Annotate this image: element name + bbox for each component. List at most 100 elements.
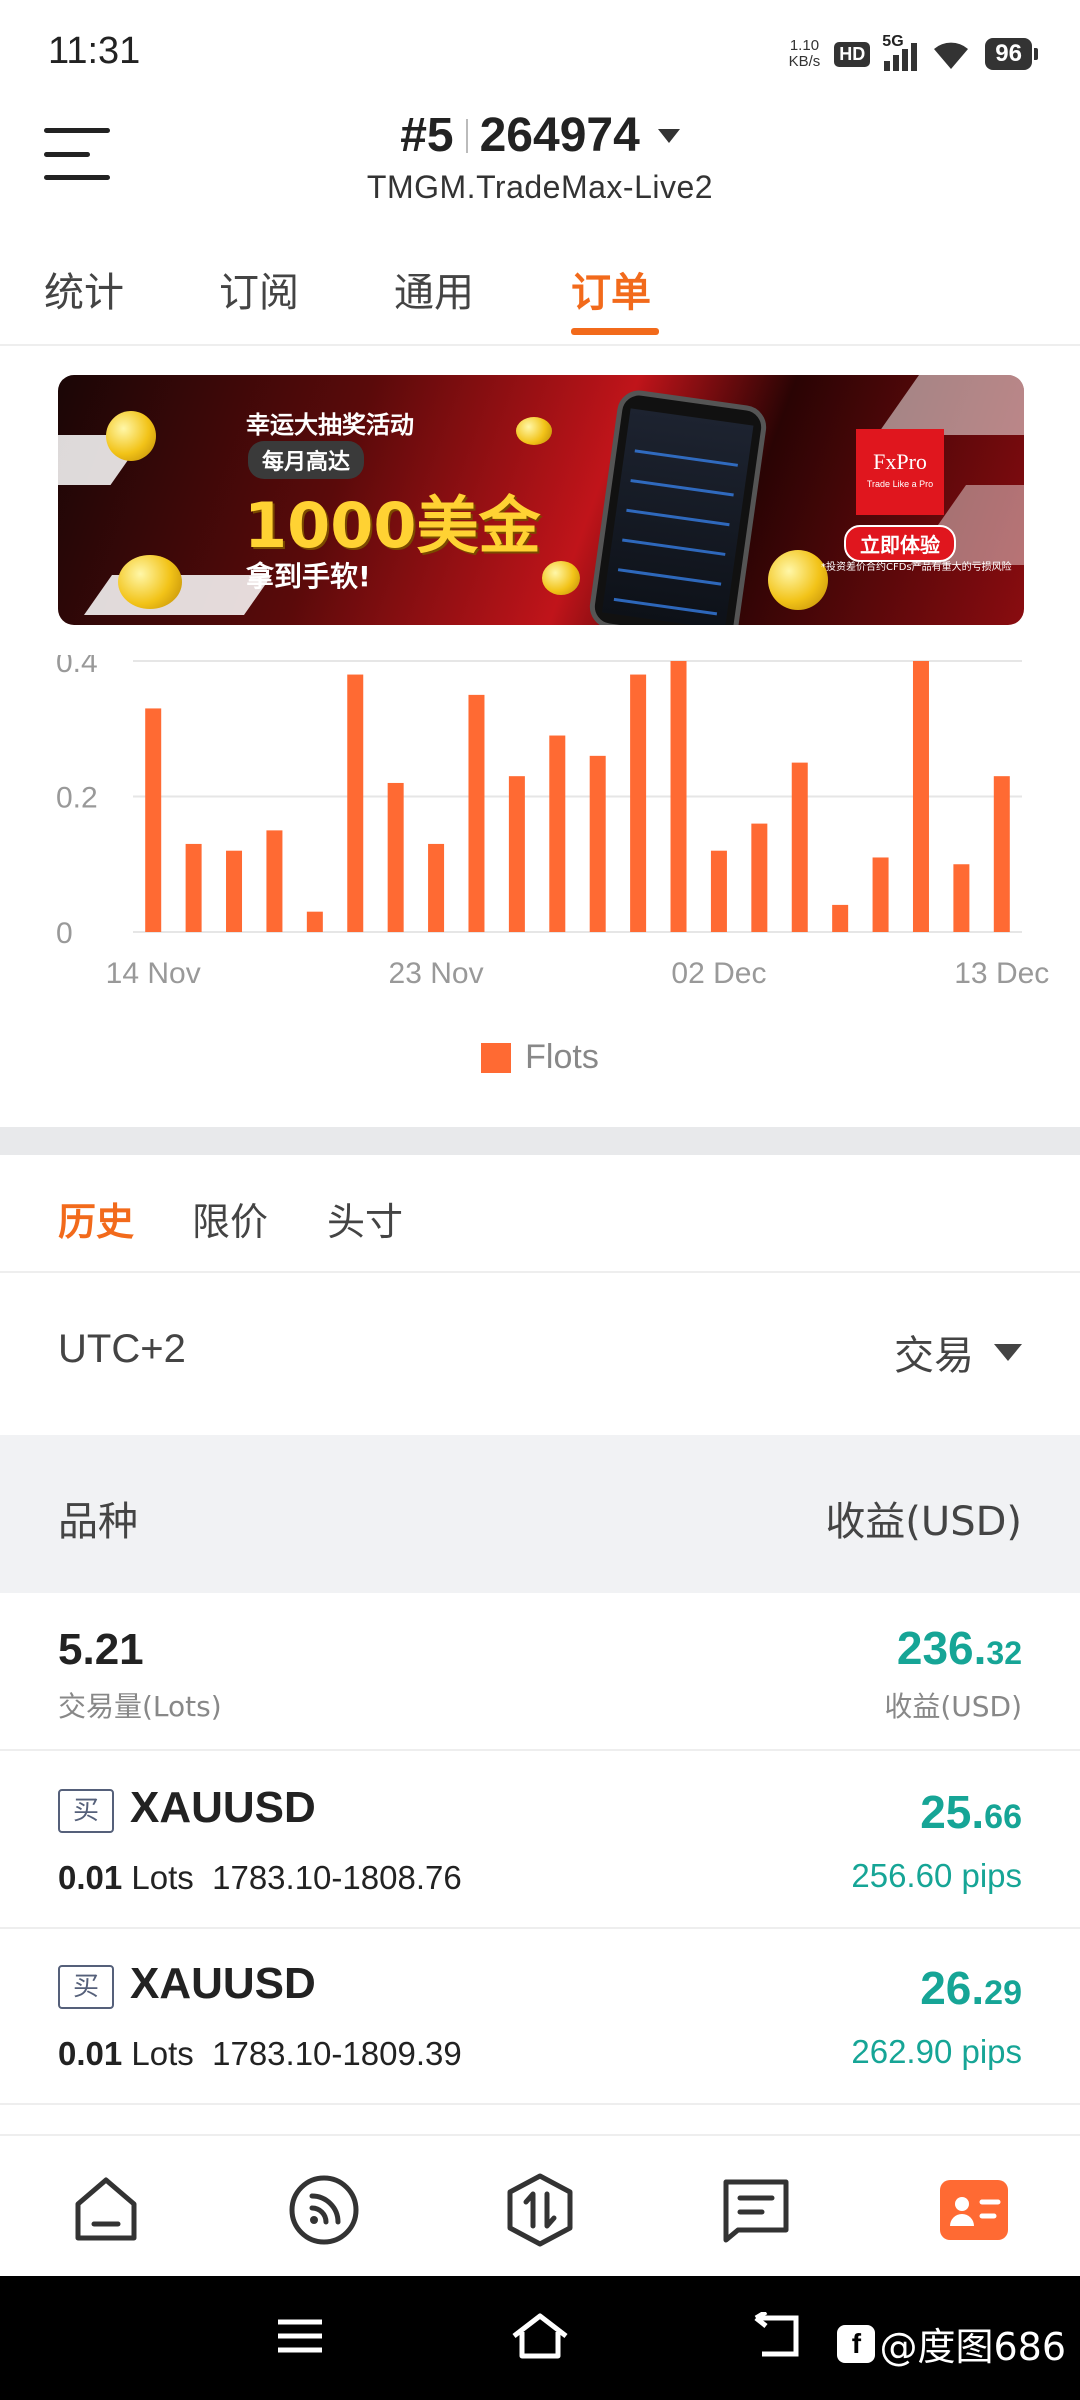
bottom-nav <box>0 2134 1080 2276</box>
back-button[interactable] <box>752 2309 804 2364</box>
active-tab-indicator <box>571 328 659 335</box>
status-time: 11:31 <box>48 30 141 72</box>
home-button[interactable] <box>510 2312 570 2364</box>
account-selector[interactable]: #5 264974 TMGM.TradeMax-Live2 <box>0 108 1080 206</box>
order-sub-tabs: 历史 限价 头寸 <box>0 1155 1080 1273</box>
order-detail: 0.01 Lots 1783.10-1809.39 <box>58 2035 462 2072</box>
banner-subtitle: 拿到手软! <box>246 560 371 593</box>
order-profit: 26.29 <box>920 1962 1022 2014</box>
coin-icon <box>542 561 580 595</box>
buy-badge: 买 <box>58 1789 114 1833</box>
x-tick-label: 13 Dec <box>954 957 1049 990</box>
feed-icon[interactable] <box>286 2172 362 2248</box>
y-tick-label: 0.2 <box>56 782 98 815</box>
order-symbol: XAUUSD <box>130 1783 316 1832</box>
buy-badge: 买 <box>58 1965 114 2009</box>
recent-apps-button[interactable] <box>276 2312 324 2364</box>
chart-bar <box>468 694 485 932</box>
tab-positions[interactable]: 头寸 <box>327 1191 403 1246</box>
signal-icon: 5G <box>882 33 918 71</box>
chart-bar <box>266 830 283 932</box>
timezone-selector[interactable]: UTC+2 <box>58 1327 186 1372</box>
banner-pill: 每月高达 <box>248 441 365 479</box>
summary-row: 5.21 交易量(Lots) 236.32 收益(USD) <box>0 1593 1080 1751</box>
news-icon[interactable] <box>718 2172 794 2248</box>
watermark-logo: f <box>837 2324 876 2363</box>
account-separator <box>465 118 468 153</box>
chart-bar <box>670 661 687 932</box>
profile-icon[interactable] <box>936 2172 1012 2248</box>
battery-icon: 96 <box>985 38 1038 70</box>
chart-bar <box>993 776 1010 932</box>
wifi-icon <box>934 42 969 69</box>
coin-icon <box>516 417 552 445</box>
column-symbol: 品种 <box>58 1499 138 1545</box>
home-icon[interactable] <box>68 2172 144 2248</box>
top-tabs: 统计 订阅 通用 订单 <box>0 250 1080 346</box>
network-speed: 1.10 KB/s <box>788 37 821 70</box>
account-number: #5 <box>400 109 454 162</box>
chevron-down-icon <box>657 128 680 143</box>
server-name: TMGM.TradeMax-Live2 <box>366 169 714 205</box>
tab-history[interactable]: 历史 <box>58 1191 134 1246</box>
order-row[interactable]: 买 XAUUSD 0.01 Lots 1783.10-1808.76 25.66… <box>0 1753 1080 1929</box>
order-pips: 256.60 pips <box>851 1857 1022 1894</box>
chart-bar <box>832 904 849 932</box>
flots-chart: 0 0.2 0.4 14 Nov 23 Nov 02 Dec 13 Dec Flots <box>0 655 1080 1105</box>
try-now-button[interactable]: 立即体验 <box>844 525 956 562</box>
chart-bar <box>306 911 323 932</box>
fxpro-logo: FxPro Trade Like a Pro <box>856 429 944 515</box>
chevron-down-icon <box>994 1343 1022 1361</box>
chart-bar <box>912 661 929 932</box>
total-lots-label: 交易量(Lots) <box>58 1690 222 1723</box>
legend-swatch <box>481 1042 512 1073</box>
tab-orders[interactable]: 订单 <box>571 260 651 318</box>
x-tick-label: 14 Nov <box>106 957 201 990</box>
chart-bar <box>791 762 808 932</box>
order-pips: 262.90 pips <box>851 2033 1022 2070</box>
watermark-text: @度图686 <box>879 2325 1066 2369</box>
order-symbol: XAUUSD <box>130 1959 316 2008</box>
chart-bar <box>549 735 566 932</box>
tab-general[interactable]: 通用 <box>394 260 474 318</box>
chart-bar <box>387 782 404 932</box>
trade-type-dropdown[interactable]: 交易 <box>894 1323 1022 1381</box>
x-tick-label: 02 Dec <box>671 957 766 990</box>
chart-legend: Flots <box>0 1038 1080 1077</box>
tab-statistics[interactable]: 统计 <box>44 260 124 318</box>
status-icons: 1.10 KB/s HD 5G 96 <box>788 32 1038 76</box>
tab-subscribe[interactable]: 订阅 <box>219 260 299 318</box>
banner-title: 幸运大抽奖活动 <box>246 411 414 439</box>
tab-limit[interactable]: 限价 <box>192 1191 268 1246</box>
filter-row: UTC+2 交易 <box>0 1275 1080 1433</box>
coin-icon <box>768 550 828 610</box>
phone-illustration <box>587 387 769 625</box>
order-detail: 0.01 Lots 1783.10-1808.76 <box>58 1859 462 1896</box>
y-tick-label: 0 <box>56 917 73 950</box>
coin-icon <box>106 411 156 461</box>
chart-bar <box>145 708 162 932</box>
promo-banner[interactable]: 幸运大抽奖活动 每月高达 1000美金 拿到手软! FxPro Trade Li… <box>58 375 1024 625</box>
y-tick-label: 0.4 <box>56 655 98 679</box>
chart-bar <box>226 850 243 932</box>
total-lots: 5.21 <box>58 1625 144 1674</box>
watermark: f @度图686 <box>837 2316 1066 2371</box>
table-header: 品种 收益(USD) <box>0 1435 1080 1593</box>
trade-icon[interactable] <box>502 2172 578 2248</box>
chart-bar <box>589 755 606 932</box>
hd-icon: HD <box>834 41 871 67</box>
column-profit: 收益(USD) <box>825 1499 1022 1545</box>
order-profit: 25.66 <box>920 1786 1022 1838</box>
coin-icon <box>118 555 182 609</box>
legend-label: Flots <box>525 1038 599 1076</box>
banner-amount: 1000美金 <box>244 489 541 562</box>
app-header: #5 264974 TMGM.TradeMax-Live2 <box>0 100 1080 220</box>
chart-bar <box>710 850 727 932</box>
order-row[interactable]: 买 XAUUSD 0.01 Lots 1783.10-1809.39 26.29… <box>0 1929 1080 2105</box>
chart-bar <box>185 843 202 932</box>
bar-chart: 0 0.2 0.4 14 Nov 23 Nov 02 Dec 13 Dec <box>56 655 1049 990</box>
system-nav-bar: f @度图686 <box>0 2276 1080 2400</box>
chart-bar <box>630 674 647 932</box>
chart-bar <box>953 864 970 932</box>
trade-type-label: 交易 <box>894 1333 974 1379</box>
